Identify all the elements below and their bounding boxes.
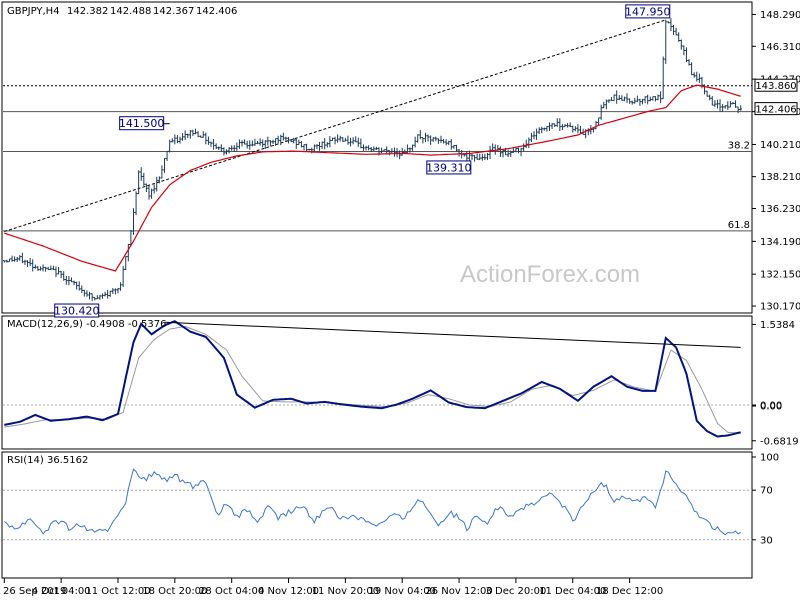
swing-label-141.500: 141.500	[119, 117, 165, 130]
price-axis-label: 132.150	[760, 270, 800, 281]
macd-axis-label: 0.00	[760, 402, 782, 413]
macd-axis-label: 1.5384	[760, 320, 795, 331]
rsi-header: RSI(14) 36.5162	[7, 455, 88, 466]
macd-header: MACD(12,26,9) -0.4908 -0.5376	[7, 319, 167, 330]
chart-background	[0, 0, 800, 600]
price-header-close: 142.406	[196, 6, 237, 17]
time-axis-label: 4 Nov 12:00	[258, 586, 319, 597]
time-axis-label: 18 Dec 12:00	[596, 586, 663, 597]
last-price-tag-text: 142.406	[755, 105, 796, 116]
price-header-open: 142.382	[67, 6, 108, 17]
price-axis-label: 136.230	[760, 204, 800, 215]
price-header-symbol: GBPJPY,H4	[7, 6, 60, 17]
swing-label-147.950: 147.950	[625, 5, 671, 18]
price-header-low: 142.367	[153, 6, 194, 17]
level-price-tag-text: 143.860	[755, 81, 796, 92]
price-axis-label: 140.210	[760, 140, 800, 151]
time-axis-label: 3 Dec 20:00	[485, 586, 546, 597]
swing-label-130.420: 130.420	[54, 305, 100, 318]
macd-axis-label: -0.6819	[760, 436, 799, 447]
swing-label-139.310: 139.310	[426, 161, 472, 174]
price-axis-label: 146.310	[760, 42, 800, 53]
rsi-axis-label: 70	[760, 486, 773, 497]
time-axis-label: 26 Nov 12:00	[425, 586, 492, 597]
time-axis-label: 28 Oct 04:00	[199, 586, 264, 597]
rsi-axis-label: 100	[760, 453, 779, 464]
time-axis-label: 18 Oct 20:00	[142, 586, 207, 597]
rsi-axis-label: 30	[760, 535, 773, 546]
gbpjpy-chart: ActionForex.com 38.2 61.8 147.950 141.500 1…	[0, 0, 800, 600]
fibo-label-38.2: 38.2	[728, 141, 750, 152]
price-axis-label: 138.210	[760, 172, 800, 183]
price-header-high: 142.488	[110, 6, 151, 17]
time-axis-label: 4 Oct 04:00	[32, 586, 91, 597]
time-axis-label: 11 Oct 12:00	[85, 586, 150, 597]
watermark-text: ActionForex.com	[460, 261, 640, 288]
fibo-label-61.8: 61.8	[728, 220, 750, 231]
price-axis-label: 148.290	[760, 10, 800, 21]
price-axis-label: 130.170	[760, 302, 800, 313]
price-axis-label: 134.190	[760, 237, 800, 248]
